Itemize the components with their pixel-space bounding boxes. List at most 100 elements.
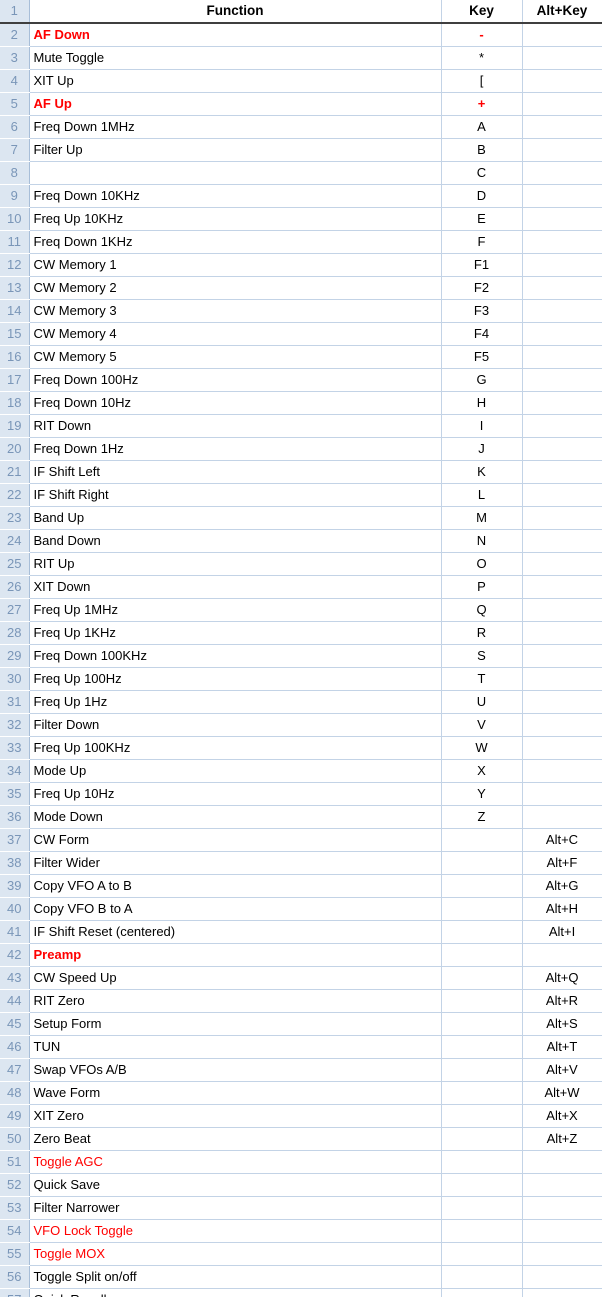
column-header-function[interactable]: Function xyxy=(29,0,442,24)
row-number-cell[interactable]: 47 xyxy=(0,1058,30,1082)
function-cell[interactable]: Swap VFOs A/B xyxy=(29,1058,442,1082)
alt-key-cell[interactable] xyxy=(522,414,602,438)
key-cell[interactable]: F5 xyxy=(441,345,523,369)
alt-key-cell[interactable] xyxy=(522,23,602,47)
alt-key-cell[interactable] xyxy=(522,483,602,507)
function-cell[interactable]: CW Memory 4 xyxy=(29,322,442,346)
row-number-cell[interactable]: 54 xyxy=(0,1219,30,1243)
function-cell[interactable]: Filter Up xyxy=(29,138,442,162)
row-number-cell[interactable]: 9 xyxy=(0,184,30,208)
row-number-cell[interactable]: 38 xyxy=(0,851,30,875)
key-cell[interactable]: O xyxy=(441,552,523,576)
function-cell[interactable]: CW Memory 2 xyxy=(29,276,442,300)
alt-key-cell[interactable] xyxy=(522,598,602,622)
key-cell[interactable]: R xyxy=(441,621,523,645)
alt-key-cell[interactable] xyxy=(522,1150,602,1174)
function-cell[interactable]: Freq Up 1Hz xyxy=(29,690,442,714)
row-number-cell[interactable]: 40 xyxy=(0,897,30,921)
alt-key-cell[interactable]: Alt+T xyxy=(522,1035,602,1059)
key-cell[interactable] xyxy=(441,828,523,852)
key-cell[interactable] xyxy=(441,897,523,921)
function-cell[interactable]: Freq Down 10Hz xyxy=(29,391,442,415)
function-cell[interactable]: Filter Down xyxy=(29,713,442,737)
row-number-cell[interactable]: 52 xyxy=(0,1173,30,1197)
alt-key-cell[interactable] xyxy=(522,1242,602,1266)
row-number-cell[interactable]: 5 xyxy=(0,92,30,116)
function-cell[interactable]: Copy VFO B to A xyxy=(29,897,442,921)
row-number-cell[interactable]: 37 xyxy=(0,828,30,852)
key-cell[interactable]: V xyxy=(441,713,523,737)
row-number-cell[interactable]: 39 xyxy=(0,874,30,898)
row-number-cell[interactable]: 19 xyxy=(0,414,30,438)
key-cell[interactable]: I xyxy=(441,414,523,438)
alt-key-cell[interactable]: Alt+H xyxy=(522,897,602,921)
function-cell[interactable]: IF Shift Left xyxy=(29,460,442,484)
key-cell[interactable]: B xyxy=(441,138,523,162)
key-cell[interactable]: [ xyxy=(441,69,523,93)
row-number-cell[interactable]: 45 xyxy=(0,1012,30,1036)
alt-key-cell[interactable]: Alt+W xyxy=(522,1081,602,1105)
key-cell[interactable]: J xyxy=(441,437,523,461)
function-cell[interactable]: CW Speed Up xyxy=(29,966,442,990)
function-cell[interactable]: Quick Recall xyxy=(29,1288,442,1297)
key-cell[interactable]: W xyxy=(441,736,523,760)
key-cell[interactable]: F xyxy=(441,230,523,254)
function-cell[interactable]: XIT Down xyxy=(29,575,442,599)
alt-key-cell[interactable] xyxy=(522,115,602,139)
row-number-cell[interactable]: 31 xyxy=(0,690,30,714)
function-cell[interactable]: AF Down xyxy=(29,23,442,47)
key-cell[interactable]: P xyxy=(441,575,523,599)
function-cell[interactable]: Freq Up 100KHz xyxy=(29,736,442,760)
key-cell[interactable]: T xyxy=(441,667,523,691)
function-cell[interactable]: Freq Up 10KHz xyxy=(29,207,442,231)
key-cell[interactable]: - xyxy=(441,23,523,47)
function-cell[interactable]: Freq Down 10KHz xyxy=(29,184,442,208)
key-cell[interactable]: + xyxy=(441,92,523,116)
key-cell[interactable] xyxy=(441,851,523,875)
row-number-cell[interactable]: 23 xyxy=(0,506,30,530)
alt-key-cell[interactable] xyxy=(522,736,602,760)
function-cell[interactable]: Freq Down 1KHz xyxy=(29,230,442,254)
row-number-cell[interactable]: 36 xyxy=(0,805,30,829)
key-cell[interactable]: K xyxy=(441,460,523,484)
function-cell[interactable]: Freq Down 100Hz xyxy=(29,368,442,392)
key-cell[interactable] xyxy=(441,989,523,1013)
row-number-header[interactable]: 1 xyxy=(0,0,30,24)
function-cell[interactable]: Toggle Split on/off xyxy=(29,1265,442,1289)
row-number-cell[interactable]: 24 xyxy=(0,529,30,553)
alt-key-cell[interactable] xyxy=(522,345,602,369)
row-number-cell[interactable]: 16 xyxy=(0,345,30,369)
key-cell[interactable]: Z xyxy=(441,805,523,829)
function-cell[interactable]: CW Memory 1 xyxy=(29,253,442,277)
alt-key-cell[interactable] xyxy=(522,667,602,691)
key-cell[interactable]: N xyxy=(441,529,523,553)
function-cell[interactable]: RIT Up xyxy=(29,552,442,576)
alt-key-cell[interactable] xyxy=(522,690,602,714)
function-cell[interactable]: Copy VFO A to B xyxy=(29,874,442,898)
row-number-cell[interactable]: 55 xyxy=(0,1242,30,1266)
alt-key-cell[interactable]: Alt+C xyxy=(522,828,602,852)
row-number-cell[interactable]: 50 xyxy=(0,1127,30,1151)
row-number-cell[interactable]: 21 xyxy=(0,460,30,484)
row-number-cell[interactable]: 41 xyxy=(0,920,30,944)
key-cell[interactable] xyxy=(441,874,523,898)
function-cell[interactable]: Mode Up xyxy=(29,759,442,783)
key-cell[interactable]: L xyxy=(441,483,523,507)
key-cell[interactable] xyxy=(441,1127,523,1151)
function-cell[interactable]: Freq Up 100Hz xyxy=(29,667,442,691)
alt-key-cell[interactable] xyxy=(522,437,602,461)
alt-key-cell[interactable] xyxy=(522,782,602,806)
alt-key-cell[interactable] xyxy=(522,207,602,231)
key-cell[interactable] xyxy=(441,1288,523,1297)
row-number-cell[interactable]: 20 xyxy=(0,437,30,461)
key-cell[interactable] xyxy=(441,1104,523,1128)
row-number-cell[interactable]: 14 xyxy=(0,299,30,323)
alt-key-cell[interactable] xyxy=(522,1196,602,1220)
row-number-cell[interactable]: 43 xyxy=(0,966,30,990)
function-cell[interactable]: Mode Down xyxy=(29,805,442,829)
row-number-cell[interactable]: 11 xyxy=(0,230,30,254)
key-cell[interactable]: X xyxy=(441,759,523,783)
alt-key-cell[interactable]: Alt+R xyxy=(522,989,602,1013)
alt-key-cell[interactable] xyxy=(522,621,602,645)
function-cell[interactable]: IF Shift Reset (centered) xyxy=(29,920,442,944)
